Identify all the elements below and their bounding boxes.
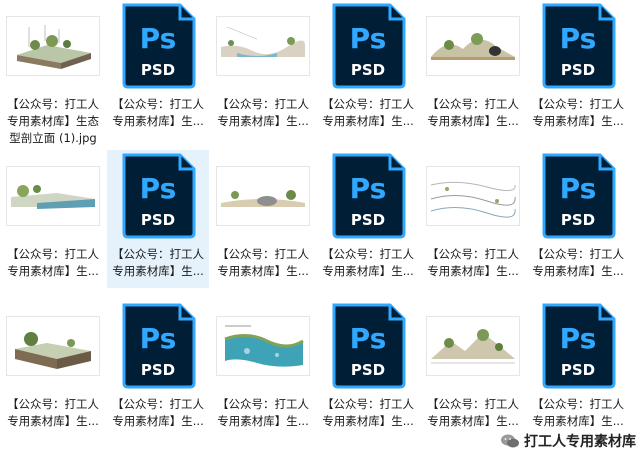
file-tile[interactable]: 【公众号：打工人 专用素材库】生态 型剖立面 (1).jpg	[2, 0, 104, 160]
landscape-section-image	[7, 17, 99, 75]
svg-text:Ps: Ps	[560, 322, 597, 355]
file-name: 【公众号：打工人 专用素材库】生...	[7, 247, 99, 278]
photoshop-file-icon: Ps PSD	[542, 153, 616, 239]
file-name: 【公众号：打工人 专用素材库】生...	[427, 97, 519, 128]
image-thumbnail	[422, 150, 524, 242]
file-name: 【公众号：打工人 专用素材库】生...	[217, 97, 309, 128]
photoshop-file-icon: Ps PSD	[542, 303, 616, 389]
file-name: 【公众号：打工人 专用素材库】生...	[217, 247, 309, 278]
file-tile[interactable]: Ps PSD 【公众号：打工人 专用素材库】生...	[317, 150, 419, 288]
file-tile-selected[interactable]: Ps PSD 【公众号：打工人 专用素材库】生...	[107, 150, 209, 288]
image-thumbnail	[2, 0, 104, 92]
file-name: 【公众号：打工人 专用素材库】生...	[7, 397, 99, 428]
file-tile[interactable]: 【公众号：打工人 专用素材库】生...	[422, 150, 524, 288]
svg-text:Ps: Ps	[560, 172, 597, 205]
svg-text:Ps: Ps	[140, 172, 177, 205]
file-name: 【公众号：打工人 专用素材库】生...	[532, 247, 624, 278]
file-tile[interactable]: Ps PSD 【公众号：打工人 专用素材库】生...	[527, 150, 629, 288]
svg-text:Ps: Ps	[140, 322, 177, 355]
photoshop-file-icon: Ps PSD	[122, 303, 196, 389]
file-tile[interactable]: 【公众号：打工人 专用素材库】生...	[212, 0, 314, 160]
photoshop-file-icon: Ps PSD	[332, 3, 406, 89]
psd-thumbnail: Ps PSD	[317, 300, 419, 392]
photoshop-file-icon: Ps PSD	[122, 153, 196, 239]
svg-text:Ps: Ps	[350, 172, 387, 205]
svg-text:PSD: PSD	[351, 61, 385, 79]
file-name: 【公众号：打工人 专用素材库】生...	[532, 397, 624, 428]
psd-thumbnail: Ps PSD	[107, 0, 209, 92]
file-name: 【公众号：打工人 专用素材库】生...	[322, 247, 414, 278]
file-tile[interactable]: Ps PSD 【公众号：打工人 专用素材库】生...	[317, 300, 419, 440]
soil-block-image	[7, 317, 99, 375]
file-tile[interactable]: 【公众号：打工人 专用素材库】生...	[2, 300, 104, 440]
svg-text:PSD: PSD	[351, 361, 385, 379]
svg-text:Ps: Ps	[350, 22, 387, 55]
file-grid: 【公众号：打工人 专用素材库】生态 型剖立面 (1).jpg Ps PSD 【公众号…	[0, 0, 644, 459]
image-thumbnail	[212, 0, 314, 92]
photoshop-file-icon: Ps PSD	[332, 303, 406, 389]
psd-thumbnail: Ps PSD	[527, 150, 629, 242]
file-tile[interactable]: Ps PSD 【公众号：打工人 专用素材库】生...	[527, 0, 629, 160]
wechat-icon	[501, 434, 519, 448]
file-name: 【公众号：打工人 专用素材库】生...	[427, 397, 519, 428]
file-tile[interactable]: Ps PSD 【公众号：打工人 专用素材库】生...	[317, 0, 419, 160]
psd-thumbnail: Ps PSD	[107, 150, 209, 242]
file-name: 【公众号：打工人 专用素材库】生...	[322, 397, 414, 428]
wetland-aerial-image	[217, 317, 309, 375]
waterfront-section-image	[7, 167, 99, 225]
file-name: 【公众号：打工人 专用素材库】生...	[532, 97, 624, 128]
file-name: 【公众号：打工人 专用素材库】生...	[322, 97, 414, 128]
photoshop-file-icon: Ps PSD	[122, 3, 196, 89]
svg-text:Ps: Ps	[350, 322, 387, 355]
image-thumbnail	[2, 150, 104, 242]
file-tile[interactable]: Ps PSD 【公众号：打工人 专用素材库】生...	[107, 0, 209, 160]
svg-text:PSD: PSD	[141, 61, 175, 79]
riverbank-section-image	[217, 17, 309, 75]
photoshop-file-icon: Ps PSD	[332, 153, 406, 239]
image-thumbnail	[422, 300, 524, 392]
mountain-section-image	[427, 317, 519, 375]
svg-text:Ps: Ps	[140, 22, 177, 55]
psd-thumbnail: Ps PSD	[527, 0, 629, 92]
svg-text:PSD: PSD	[141, 361, 175, 379]
photoshop-file-icon: Ps PSD	[542, 3, 616, 89]
svg-text:PSD: PSD	[351, 211, 385, 229]
svg-text:Ps: Ps	[560, 22, 597, 55]
image-thumbnail	[212, 300, 314, 392]
file-tile[interactable]: 【公众号：打工人 专用素材库】生...	[2, 150, 104, 288]
svg-text:PSD: PSD	[561, 211, 595, 229]
garden-section-image	[217, 167, 309, 225]
psd-thumbnail: Ps PSD	[317, 150, 419, 242]
image-thumbnail	[212, 150, 314, 242]
terrain-diagram-image	[427, 167, 519, 225]
file-tile[interactable]: Ps PSD 【公众号：打工人 专用素材库】生...	[107, 300, 209, 440]
file-tile[interactable]: 【公众号：打工人 专用素材库】生...	[212, 150, 314, 288]
file-tile[interactable]: 【公众号：打工人 专用素材库】生...	[212, 300, 314, 440]
image-thumbnail	[422, 0, 524, 92]
watermark: 打工人专用素材库	[500, 431, 636, 451]
svg-text:PSD: PSD	[141, 211, 175, 229]
file-name: 【公众号：打工人 专用素材库】生态 型剖立面 (1).jpg	[7, 97, 99, 145]
file-tile[interactable]: Ps PSD 【公众号：打工人 专用素材库】生...	[527, 300, 629, 440]
psd-thumbnail: Ps PSD	[317, 0, 419, 92]
file-name: 【公众号：打工人 专用素材库】生...	[217, 397, 309, 428]
file-name: 【公众号：打工人 专用素材库】生...	[112, 247, 204, 278]
file-tile[interactable]: 【公众号：打工人 专用素材库】生...	[422, 0, 524, 160]
psd-thumbnail: Ps PSD	[107, 300, 209, 392]
file-name: 【公众号：打工人 专用素材库】生...	[112, 97, 204, 128]
svg-text:PSD: PSD	[561, 361, 595, 379]
hill-section-image	[427, 17, 519, 75]
watermark-text: 打工人专用素材库	[524, 434, 636, 450]
psd-thumbnail: Ps PSD	[527, 300, 629, 392]
svg-text:PSD: PSD	[561, 61, 595, 79]
file-tile[interactable]: 【公众号：打工人 专用素材库】生...	[422, 300, 524, 440]
image-thumbnail	[2, 300, 104, 392]
file-name: 【公众号：打工人 专用素材库】生...	[112, 397, 204, 428]
file-name: 【公众号：打工人 专用素材库】生...	[427, 247, 519, 278]
